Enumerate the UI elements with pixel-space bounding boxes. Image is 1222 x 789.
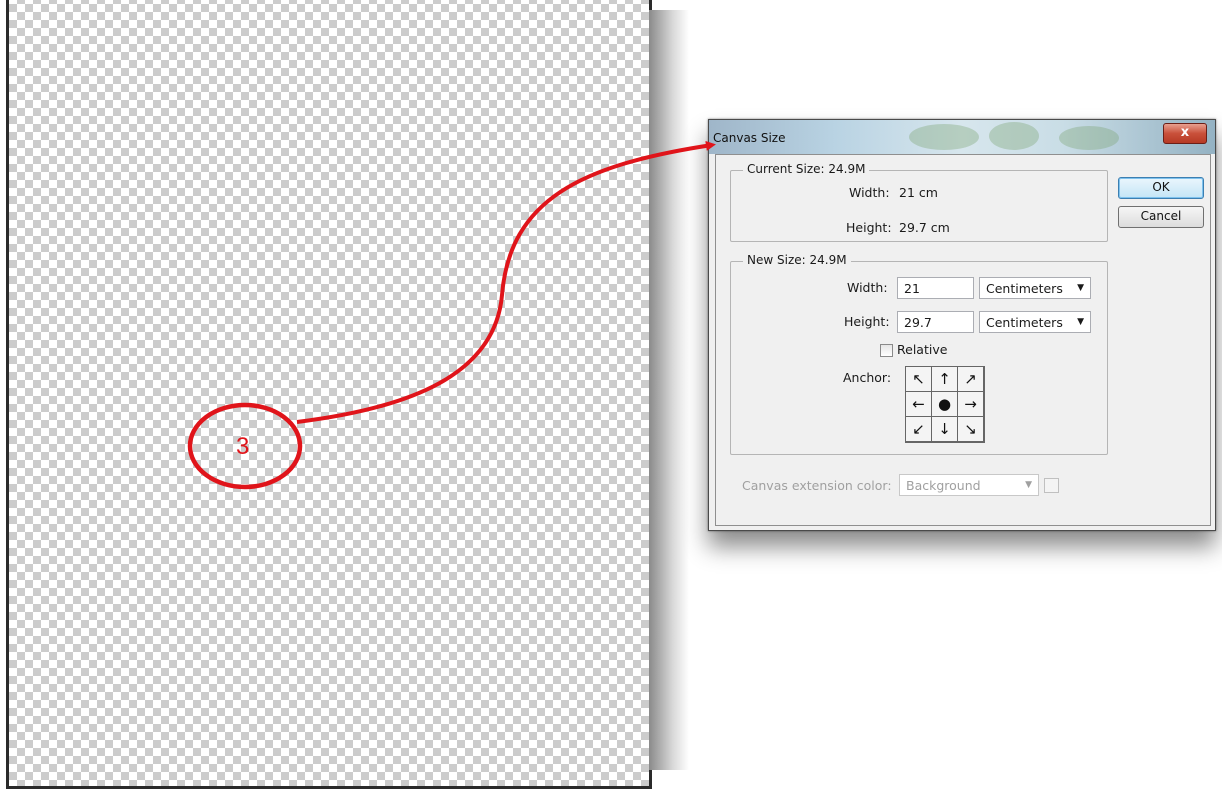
arrow-ne-icon[interactable]: ↗: [958, 367, 983, 391]
dialog-client-area: Current Size: 24.9M Width: 21 cm Height:…: [715, 154, 1211, 526]
anchor-label: Anchor:: [843, 370, 892, 385]
chevron-down-icon: ▼: [1077, 283, 1084, 293]
current-width-value: 21 cm: [899, 185, 938, 200]
current-height-label: Height:: [846, 220, 892, 235]
current-size-title: Current Size: 24.9M: [743, 162, 870, 176]
arrow-se-icon[interactable]: ↘: [958, 417, 983, 441]
relative-label: Relative: [897, 342, 948, 357]
new-height-input[interactable]: 29.7: [897, 311, 974, 333]
new-size-title: New Size: 24.9M: [743, 253, 851, 267]
extension-color-label: Canvas extension color:: [742, 478, 892, 493]
arrow-n-icon[interactable]: ↑: [932, 367, 957, 391]
canvas-size-dialog: Canvas Size x Current Size: 24.9M Width:…: [708, 119, 1216, 531]
current-height-value: 29.7 cm: [899, 220, 950, 235]
arrow-s-icon[interactable]: ↓: [932, 417, 957, 441]
chevron-down-icon: ▼: [1077, 317, 1084, 327]
close-button[interactable]: x: [1163, 123, 1207, 144]
new-width-label: Width:: [847, 280, 888, 295]
cancel-button[interactable]: Cancel: [1118, 206, 1204, 228]
dialog-titlebar[interactable]: Canvas Size x: [709, 120, 1215, 154]
anchor-dot-icon[interactable]: ●: [932, 392, 957, 416]
extension-color-value: Background: [906, 478, 981, 493]
chevron-down-icon: ▼: [1025, 480, 1032, 490]
close-icon: x: [1180, 125, 1190, 140]
width-unit-value: Centimeters: [986, 281, 1063, 296]
transparent-canvas: [6, 0, 652, 789]
height-unit-value: Centimeters: [986, 315, 1063, 330]
relative-checkbox[interactable]: [880, 344, 893, 357]
anchor-grid: ↖ ↑ ↗ ← ● → ↙ ↓ ↘: [905, 366, 985, 443]
new-height-label: Height:: [844, 314, 890, 329]
ok-button[interactable]: OK: [1118, 177, 1204, 199]
canvas-shadow: [649, 10, 689, 770]
width-unit-select[interactable]: Centimeters ▼: [979, 277, 1091, 299]
extension-color-swatch[interactable]: [1044, 478, 1059, 493]
new-width-input[interactable]: 21: [897, 277, 974, 299]
dialog-title: Canvas Size: [713, 131, 786, 145]
step-number: 3: [236, 433, 250, 460]
arrow-e-icon[interactable]: →: [958, 392, 983, 416]
extension-color-select[interactable]: Background ▼: [899, 474, 1039, 496]
current-width-label: Width:: [849, 185, 890, 200]
arrow-w-icon[interactable]: ←: [906, 392, 931, 416]
arrow-nw-icon[interactable]: ↖: [906, 367, 931, 391]
arrow-sw-icon[interactable]: ↙: [906, 417, 931, 441]
height-unit-select[interactable]: Centimeters ▼: [979, 311, 1091, 333]
